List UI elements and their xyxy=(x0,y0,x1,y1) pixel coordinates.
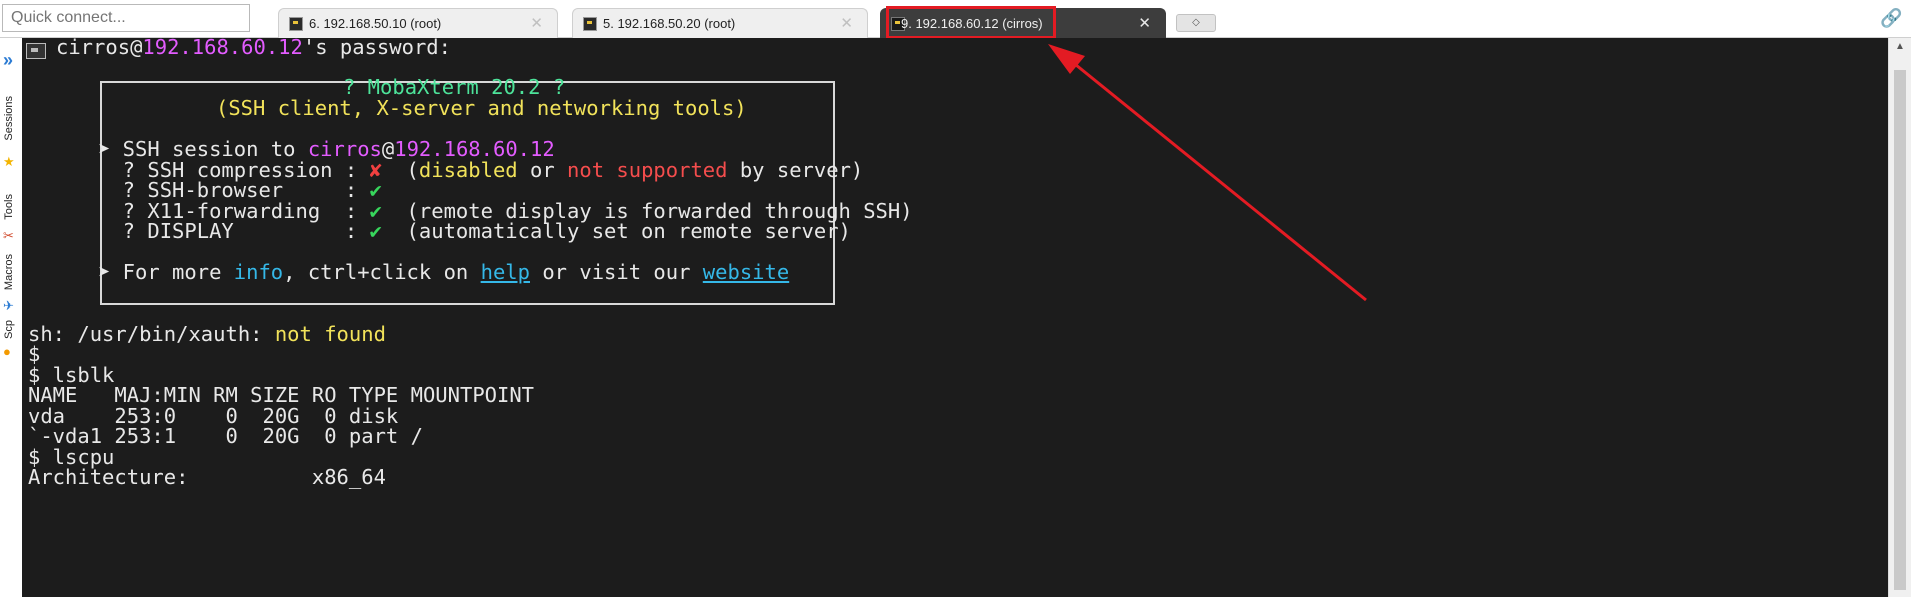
terminal-icon xyxy=(289,17,303,31)
left-sidebar: » Sessions ★ Tools ✂ Macros ✈ Scp ● xyxy=(0,38,23,597)
banner-row-display: ? DISPLAY : ✔ (automatically set on remo… xyxy=(98,219,851,243)
scp-icon: ● xyxy=(3,344,11,359)
sidebar-item-label: Sessions xyxy=(3,96,15,141)
close-icon[interactable]: ✕ xyxy=(840,14,853,32)
sidebar-item-label: Macros xyxy=(3,254,15,291)
password-prompt: cirros@192.168.60.12's password: xyxy=(56,38,451,59)
sidebar-item-tools[interactable]: Tools ✂ xyxy=(0,188,20,248)
tab-label: 6. 192.168.50.10 (root) xyxy=(309,16,442,31)
tab-session-5[interactable]: 5. 192.168.50.20 (root) ✕ xyxy=(572,8,868,38)
vertical-scrollbar[interactable]: ▲ xyxy=(1888,38,1911,597)
banner-more-line: ➤ For more info, ctrl+click on help or v… xyxy=(98,260,790,284)
tab-session-6[interactable]: 6. 192.168.50.10 (root) ✕ xyxy=(278,8,558,38)
xauth-line: sh: /usr/bin/xauth: not found xyxy=(28,322,386,346)
tools-icon: ✂ xyxy=(3,228,14,243)
star-icon: ★ xyxy=(3,154,15,169)
sidebar-item-scp[interactable]: Scp ● xyxy=(0,320,20,380)
paperclip-icon[interactable]: 🔗 xyxy=(1880,8,1902,29)
info-link[interactable]: info xyxy=(234,260,283,284)
sidebar-item-sessions[interactable]: Sessions ★ xyxy=(0,96,20,188)
quick-connect-input[interactable] xyxy=(2,4,250,32)
help-link[interactable]: help xyxy=(481,260,530,284)
sidebar-item-label: Scp xyxy=(3,320,15,339)
new-tab-button[interactable]: ◇ xyxy=(1176,14,1216,32)
sidebar-item-macros[interactable]: Macros ✈ xyxy=(0,254,20,314)
double-chevron-right-icon[interactable]: » xyxy=(3,50,13,71)
terminal-icon xyxy=(583,17,597,31)
terminal-icon xyxy=(26,43,46,59)
top-bar: 6. 192.168.50.10 (root) ✕ 5. 192.168.50.… xyxy=(0,0,1911,39)
sidebar-item-label: Tools xyxy=(3,194,15,220)
website-link[interactable]: website xyxy=(703,260,789,284)
scroll-up-icon[interactable]: ▲ xyxy=(1895,41,1905,52)
close-icon[interactable]: ✕ xyxy=(530,14,543,32)
paper-plane-icon: ✈ xyxy=(3,298,14,313)
tab-label: 5. 192.168.50.20 (root) xyxy=(603,16,736,31)
terminal-output[interactable]: cirros@192.168.60.12's password: ? MobaX… xyxy=(22,38,1888,597)
highlight-box xyxy=(886,6,1056,39)
banner-subtitle: (SSH client, X-server and networking too… xyxy=(216,96,747,120)
terminal-line: Architecture: x86_64 xyxy=(28,465,386,489)
scrollbar-thumb[interactable] xyxy=(1894,70,1906,590)
close-icon[interactable]: ✕ xyxy=(1138,14,1151,32)
